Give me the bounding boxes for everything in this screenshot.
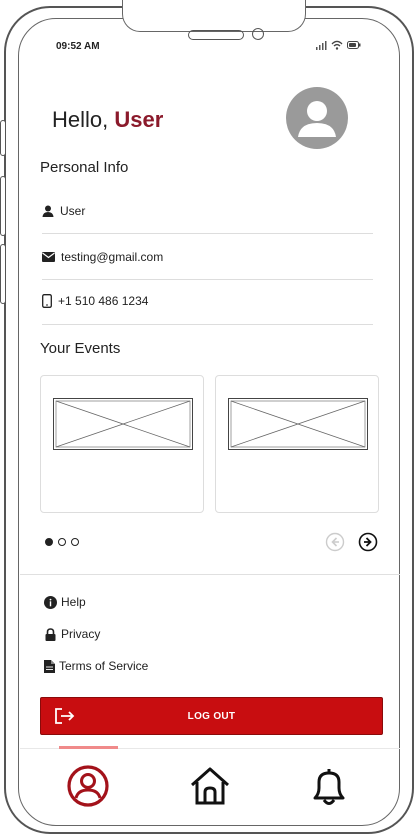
nav-profile[interactable] [65,763,111,809]
next-arrow-button[interactable] [358,532,378,552]
info-row-email: testing@gmail.com [42,250,163,264]
menu-item-privacy[interactable]: Privacy [44,627,100,641]
document-icon [44,659,55,673]
menu-item-terms[interactable]: Terms of Service [44,659,148,673]
user-name: User [114,107,164,132]
logout-label: LOG OUT [187,710,236,722]
battery-icon [347,41,361,49]
page-dot-active[interactable] [45,538,53,546]
envelope-icon [42,252,55,262]
info-row-name: User [42,204,85,218]
home-icon [191,767,229,805]
nav-notifications[interactable] [306,763,352,809]
menu-privacy-label: Privacy [61,627,101,641]
menu-help-label: Help [61,595,86,609]
logout-button[interactable]: LOG OUT [40,697,383,735]
page-dot[interactable] [71,538,79,546]
info-icon [44,595,57,609]
events-title: Your Events [40,340,121,357]
status-time: 09:52 AM [56,41,100,52]
profile-icon [67,765,109,807]
page-dot[interactable] [58,538,66,546]
greeting: Hello, User [52,107,163,133]
info-phone[interactable]: +1 510 486 1234 [58,294,148,308]
image-placeholder-icon [53,398,193,450]
user-icon [42,205,54,217]
bell-icon [313,769,345,805]
phone-icon [42,294,52,308]
menu-item-help[interactable]: Help [44,595,86,609]
avatar[interactable] [286,87,348,149]
arrow-left-icon [325,532,345,552]
greeting-text: Hello, [52,107,109,132]
menu-terms-label: Terms of Service [59,659,149,673]
info-name: User [60,204,86,218]
side-button [0,176,6,236]
side-button [0,244,6,304]
prev-arrow-button[interactable] [325,532,345,552]
speaker [188,30,244,40]
side-button [0,120,6,156]
divider [20,574,400,575]
camera [252,28,264,40]
info-row-phone: +1 510 486 1234 [42,294,148,308]
info-email[interactable]: testing@gmail.com [61,250,163,264]
notch [122,0,306,32]
divider [42,324,373,325]
arrow-right-icon [358,532,378,552]
nav-home[interactable] [187,763,233,809]
divider [42,279,373,280]
event-card[interactable] [215,375,379,513]
status-icons [315,40,361,50]
image-placeholder-icon [228,398,368,450]
personal-info-title: Personal Info [40,159,129,176]
event-card[interactable] [40,375,204,513]
carousel-pagination [45,538,79,546]
wifi-icon [331,40,343,50]
active-tab-indicator [59,746,118,749]
signal-icon [316,41,327,50]
divider [42,233,373,234]
user-silhouette-icon [298,101,336,137]
logout-icon [55,708,75,724]
lock-icon [45,627,56,641]
